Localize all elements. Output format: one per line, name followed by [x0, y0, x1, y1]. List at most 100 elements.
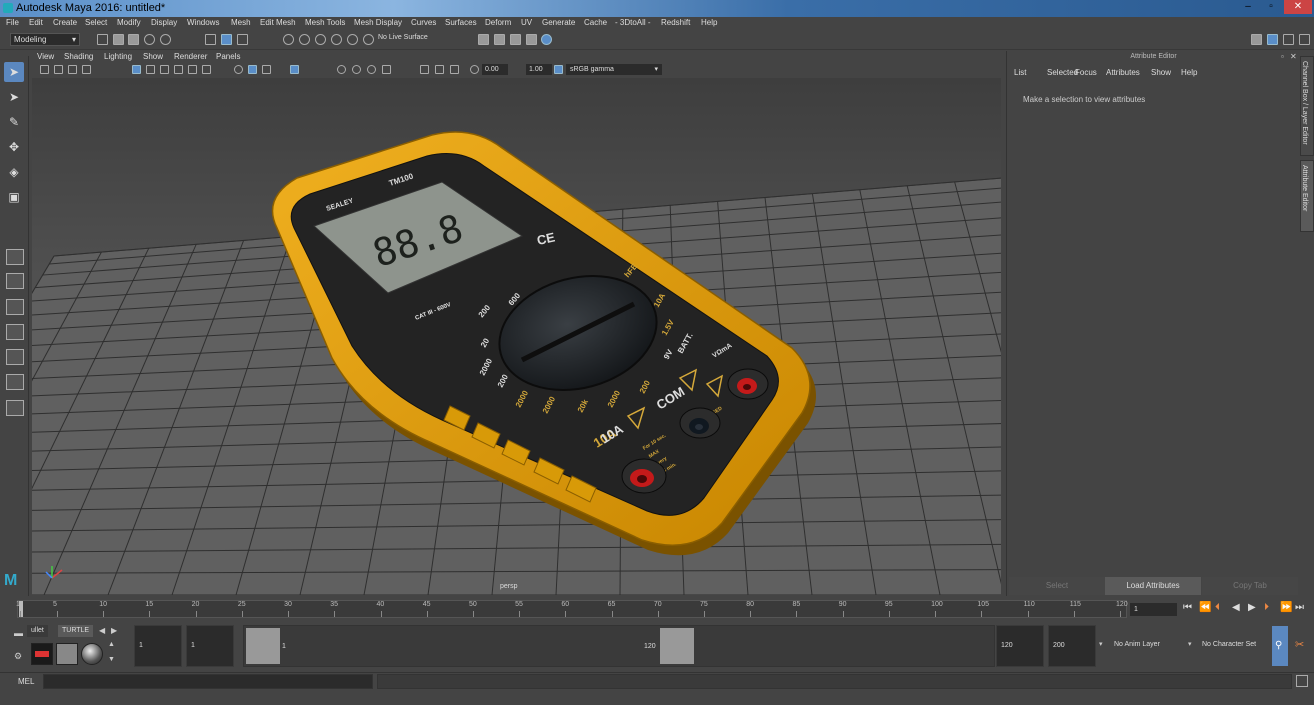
menu-help[interactable]: Help [701, 18, 717, 27]
wireframe-icon[interactable] [234, 65, 243, 74]
select-button[interactable]: Select [1009, 577, 1105, 595]
image-plane-icon[interactable] [82, 65, 91, 74]
step-forward-key-icon[interactable]: ⏩ [1280, 602, 1292, 613]
range-start-handle[interactable] [246, 628, 280, 664]
play-backwards-icon[interactable]: ◀ [1232, 602, 1240, 613]
smooth-shade-icon[interactable] [248, 65, 257, 74]
grid-icon[interactable] [132, 65, 141, 74]
shelf-render-icon[interactable] [31, 643, 53, 665]
undo-icon[interactable] [144, 34, 155, 45]
shelf-material-icon[interactable] [56, 643, 78, 665]
shelf-menu-icon[interactable]: ▬ [14, 628, 23, 638]
attr-menu-focus[interactable]: Focus [1075, 68, 1097, 77]
script-editor-icon[interactable] [1296, 675, 1308, 687]
channel-box-tab[interactable]: Channel Box / Layer Editor [1300, 56, 1314, 156]
bookmark-icon[interactable] [68, 65, 77, 74]
playback-end-field[interactable]: 120 [996, 625, 1044, 667]
safe-action-icon[interactable] [202, 65, 211, 74]
film-gate-icon[interactable] [146, 65, 155, 74]
ipr-render-icon[interactable] [494, 34, 505, 45]
start-time-field[interactable]: 1 [134, 625, 182, 667]
animation-prefs-icon[interactable]: ✂ [1295, 638, 1304, 651]
shelf-settings-icon[interactable]: ⚙ [14, 651, 22, 662]
menu-mesh[interactable]: Mesh [231, 18, 251, 27]
menu-uv[interactable]: UV [521, 18, 532, 27]
shadows-icon[interactable] [352, 65, 361, 74]
attr-menu-help[interactable]: Help [1181, 68, 1197, 77]
color-space-select[interactable]: sRGB gamma ▾ [566, 64, 662, 75]
panel-menu-lighting[interactable]: Lighting [104, 52, 132, 61]
step-back-key-icon[interactable]: ⏪ [1199, 602, 1211, 613]
step-back-frame-icon[interactable]: ⏴ [1215, 602, 1220, 613]
textured-icon[interactable] [262, 65, 271, 74]
redo-icon[interactable] [160, 34, 171, 45]
minimize-button[interactable]: – [1237, 0, 1259, 14]
attr-menu-attributes[interactable]: Attributes [1106, 68, 1140, 77]
toggle-tool-settings-icon[interactable] [1283, 34, 1294, 45]
float-panel-icon[interactable]: ▫ [1281, 52, 1284, 61]
load-attributes-button[interactable]: Load Attributes [1105, 577, 1201, 595]
shelf-sphere-icon[interactable] [81, 643, 103, 665]
menu-modify[interactable]: Modify [117, 18, 141, 27]
shelf-scroll-left-icon[interactable]: ◀ [99, 626, 105, 635]
command-input[interactable] [43, 674, 373, 689]
menu-file[interactable]: File [6, 18, 19, 27]
menu-cache[interactable]: Cache [584, 18, 607, 27]
anim-layer-select[interactable]: No Anim Layer [1110, 625, 1180, 667]
attr-menu-list[interactable]: List [1014, 68, 1026, 77]
menu-edit[interactable]: Edit [29, 18, 43, 27]
lights-icon[interactable] [337, 65, 346, 74]
snap-curve-icon[interactable] [299, 34, 310, 45]
two-pane-layout-icon[interactable] [6, 299, 24, 315]
select-component-icon[interactable] [237, 34, 248, 45]
hypershade-icon[interactable] [526, 34, 537, 45]
play-forwards-icon[interactable]: ▶ [1248, 602, 1256, 613]
outliner-layout-icon[interactable] [6, 349, 24, 365]
lasso-tool-button[interactable]: ➤ [4, 87, 24, 107]
extra-layout-icon[interactable] [6, 400, 24, 416]
panel-menu-show[interactable]: Show [143, 52, 163, 61]
go-to-end-icon[interactable]: ⏭ [1295, 602, 1304, 613]
menu-redshift[interactable]: Redshift [661, 18, 690, 27]
copy-tab-button[interactable]: Copy Tab [1202, 577, 1298, 595]
four-pane-layout-icon[interactable] [6, 273, 24, 289]
exposure-field[interactable]: 0.00 [482, 64, 508, 75]
shelf-scroll-right-icon[interactable]: ▶ [111, 626, 117, 635]
menu-display[interactable]: Display [151, 18, 177, 27]
select-hierarchy-icon[interactable] [205, 34, 216, 45]
ambient-occlusion-icon[interactable] [367, 65, 376, 74]
render-settings-icon[interactable] [510, 34, 521, 45]
panel-menu-shading[interactable]: Shading [64, 52, 93, 61]
move-tool-button[interactable]: ✥ [4, 137, 24, 157]
rotate-tool-button[interactable]: ◈ [4, 162, 24, 182]
playback-start-field[interactable]: 1 [186, 625, 234, 667]
close-panel-icon[interactable]: ✕ [1290, 52, 1297, 61]
select-tool-button[interactable]: ➤ [4, 62, 24, 82]
snap-grid-icon[interactable] [283, 34, 294, 45]
auto-key-button[interactable]: ⚲ [1272, 626, 1288, 666]
camera-fit-icon[interactable] [450, 65, 459, 74]
scale-tool-button[interactable]: ▣ [4, 187, 24, 207]
shelf-tab-bullet[interactable]: ullet [27, 625, 48, 637]
viewport-persp[interactable]: 88.8 SEALEY TM100 CE CAT III - 600V 200 … [32, 78, 1001, 595]
attribute-editor-tab[interactable]: Attribute Editor [1300, 160, 1314, 232]
shelf-down-icon[interactable]: ▼ [108, 656, 115, 663]
current-frame-field[interactable]: 1 [1130, 603, 1177, 616]
attr-menu-show[interactable]: Show [1151, 68, 1171, 77]
range-end-handle[interactable] [660, 628, 694, 664]
snap-surface-icon[interactable] [347, 34, 358, 45]
two-pane-horizontal-layout-icon[interactable] [6, 324, 24, 340]
menu-mesh-display[interactable]: Mesh Display [354, 18, 402, 27]
save-scene-icon[interactable] [128, 34, 139, 45]
snap-view-icon[interactable] [331, 34, 342, 45]
toggle-channel-box-icon[interactable] [1299, 34, 1310, 45]
gate-mask-icon[interactable] [174, 65, 183, 74]
end-time-field[interactable]: 200 [1048, 625, 1096, 667]
panel-menu-view[interactable]: View [37, 52, 54, 61]
graph-layout-icon[interactable] [6, 374, 24, 390]
single-pane-layout-icon[interactable] [6, 249, 24, 265]
shelf-tab-turtle[interactable]: TURTLE [58, 625, 94, 637]
menu-edit-mesh[interactable]: Edit Mesh [260, 18, 296, 27]
motion-blur-icon[interactable] [382, 65, 391, 74]
mel-label[interactable]: MEL [18, 677, 34, 686]
